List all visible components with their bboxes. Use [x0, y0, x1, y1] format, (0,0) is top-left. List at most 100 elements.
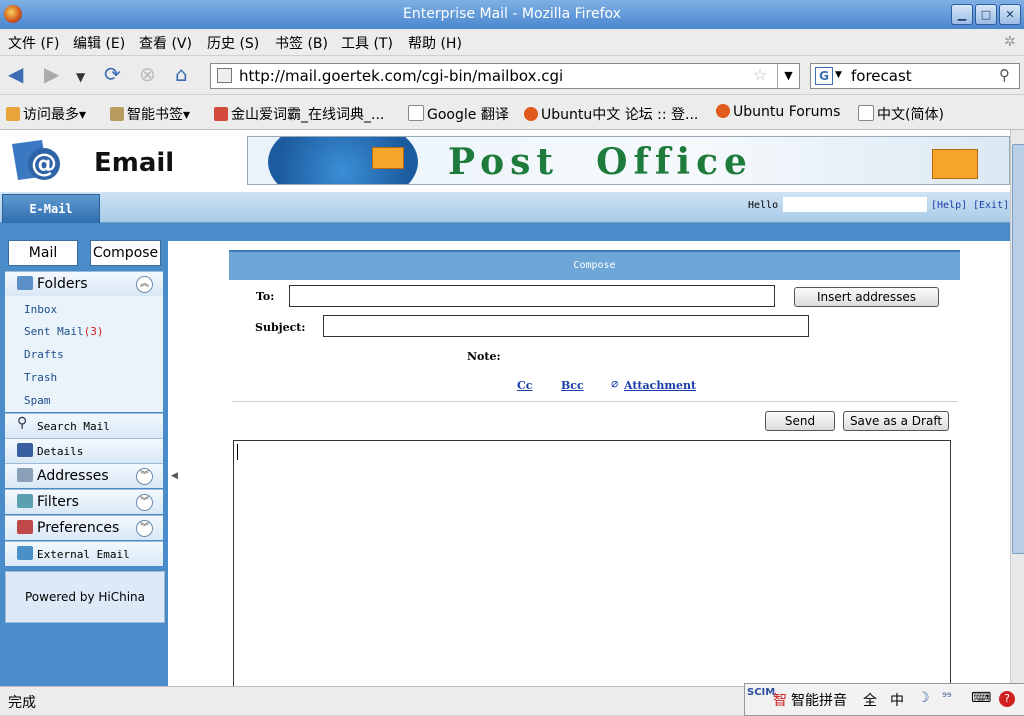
to-field[interactable] — [289, 285, 775, 307]
powered-by-badge: Powered by HiChina — [5, 571, 165, 623]
envelope-icon — [372, 147, 404, 169]
smart-icon[interactable]: 智 — [773, 690, 787, 710]
banner-text: Post Office — [448, 141, 753, 183]
subject-field[interactable] — [323, 315, 809, 337]
cc-link[interactable]: Cc — [517, 379, 532, 392]
home-icon[interactable]: ⌂ — [175, 64, 188, 84]
ubuntu-icon — [716, 104, 730, 118]
menu-tools[interactable]: 工具 (T) — [341, 33, 393, 53]
bookmark-ubuntu-cn[interactable]: Ubuntu中文 论坛 :: 登... — [524, 104, 698, 124]
username-display — [783, 197, 927, 212]
paperclip-icon: ⌀ — [611, 376, 619, 390]
engine-dropdown-icon[interactable]: ▼ — [835, 70, 842, 80]
menu-edit[interactable]: 编辑 (E) — [73, 33, 125, 53]
url-text[interactable]: http://mail.goertek.com/cgi-bin/mailbox.… — [239, 67, 563, 85]
ime-toolbar: SCIM 智 智能拼音 全 中 ☽ ⁹⁹ ⌨ ? — [744, 683, 1024, 716]
svg-text:@: @ — [31, 149, 57, 179]
hello-label: Hello — [748, 200, 779, 211]
help-link[interactable]: [Help] — [931, 200, 967, 211]
email-logo: @ Email — [8, 136, 188, 190]
forward-icon[interactable]: ▶ — [44, 64, 59, 84]
folder-sent-mail[interactable]: Sent Mail(3) — [24, 325, 103, 338]
close-button[interactable]: ✕ — [999, 4, 1021, 25]
bookmark-most-visited[interactable]: 访问最多▾ — [6, 104, 86, 124]
menu-file[interactable]: 文件 (F) — [8, 33, 59, 53]
bookmark-chinese[interactable]: 中文(简体) — [858, 104, 944, 124]
google-engine-icon[interactable]: G — [815, 67, 833, 85]
status-text: 完成 — [8, 695, 36, 711]
folders-header[interactable]: Folders ︽ — [5, 271, 163, 296]
vertical-scrollbar[interactable] — [1010, 130, 1024, 686]
bookmark-star-icon[interactable]: ☆ — [753, 65, 767, 84]
ime-mode[interactable]: 智能拼音 — [791, 690, 847, 710]
language-toggle[interactable]: 中 — [890, 690, 904, 710]
sidebar-item-external-email[interactable]: External Email — [5, 541, 163, 566]
save-draft-button[interactable]: Save as a Draft — [843, 411, 949, 431]
stop-icon[interactable]: ⊗ — [139, 64, 156, 84]
exit-link[interactable]: [Exit] — [973, 200, 1009, 211]
details-icon — [17, 443, 33, 457]
bcc-link[interactable]: Bcc — [561, 379, 584, 392]
external-email-icon — [17, 546, 33, 560]
search-icon[interactable]: ⚲ — [999, 66, 1010, 84]
sidebar-item-search-mail[interactable]: ⚲ Search Mail — [5, 413, 163, 438]
bookmark-smart[interactable]: 智能书签▾ — [110, 104, 190, 124]
scim-logo: SCIM — [747, 687, 776, 698]
text-cursor — [237, 444, 238, 460]
mail-button[interactable]: Mail — [8, 240, 78, 266]
sidebar-item-details[interactable]: Details — [5, 438, 163, 463]
throbber-icon: ✲ — [1004, 34, 1016, 50]
divider — [232, 401, 958, 402]
folder-trash[interactable]: Trash — [24, 371, 57, 384]
reload-icon[interactable]: ⟳ — [104, 64, 121, 84]
help-icon[interactable]: ? — [999, 691, 1015, 707]
page-content: @ Email Post Office E-Mail Hello [Help] … — [0, 130, 1010, 686]
chevron-down-icon[interactable]: ︾ — [136, 468, 153, 485]
tab-email[interactable]: E-Mail — [2, 194, 100, 224]
punctuation-icon[interactable]: ⁹⁹ — [942, 690, 952, 704]
attachment-link[interactable]: Attachment — [624, 379, 696, 392]
magnifier-icon: ⚲ — [17, 415, 28, 431]
compose-sidebar-button[interactable]: Compose — [90, 240, 161, 266]
chevron-up-icon[interactable]: ︽ — [136, 276, 153, 293]
keyboard-icon[interactable]: ⌨ — [971, 690, 991, 706]
menu-history[interactable]: 历史 (S) — [207, 33, 259, 53]
blue-strip — [0, 223, 1010, 241]
sidebar-item-addresses[interactable]: Addresses ︾ — [5, 463, 163, 488]
fullwidth-toggle[interactable]: 全 — [863, 690, 877, 710]
top-tab-bar: E-Mail Hello [Help] [Exit] — [0, 192, 1010, 224]
send-button[interactable]: Send — [765, 411, 835, 431]
search-input[interactable]: forecast — [851, 67, 912, 85]
chevron-down-icon[interactable]: ︾ — [136, 494, 153, 511]
menu-bookmarks[interactable]: 书签 (B) — [275, 33, 328, 53]
maximize-button[interactable]: □ — [975, 4, 997, 25]
logo-text: Email — [94, 148, 175, 178]
chevron-down-icon[interactable]: ︾ — [136, 520, 153, 537]
minimize-button[interactable]: ▁ — [951, 4, 973, 25]
sidebar-item-preferences[interactable]: Preferences ︾ — [5, 515, 163, 540]
message-body-editor[interactable] — [233, 440, 951, 686]
search-box[interactable]: G ▼ forecast ⚲ — [810, 63, 1020, 89]
moon-icon[interactable]: ☽ — [917, 690, 930, 706]
history-dropdown-icon[interactable]: ▼ — [76, 67, 85, 87]
bookmark-ubuntu-forums[interactable]: Ubuntu Forums — [716, 104, 840, 120]
folder-drafts[interactable]: Drafts — [24, 348, 64, 361]
folder-spam[interactable]: Spam — [24, 394, 51, 407]
page-icon — [408, 105, 424, 121]
scrollbar-thumb[interactable] — [1012, 144, 1024, 554]
menu-help[interactable]: 帮助 (H) — [408, 33, 462, 53]
menu-view[interactable]: 查看 (V) — [139, 33, 192, 53]
collapse-sidebar-icon[interactable]: ◀ — [171, 471, 178, 481]
site-icon — [217, 68, 232, 83]
url-bar[interactable]: http://mail.goertek.com/cgi-bin/mailbox.… — [210, 63, 800, 89]
folder-icon — [110, 107, 124, 121]
url-dropdown-icon[interactable]: ▼ — [777, 64, 799, 88]
insert-addresses-button[interactable]: Insert addresses — [794, 287, 939, 307]
bookmark-google-translate[interactable]: Google 翻译 — [408, 104, 509, 124]
back-icon[interactable]: ◀ — [8, 64, 23, 84]
folder-inbox[interactable]: Inbox — [24, 303, 57, 316]
window-title: Enterprise Mail - Mozilla Firefox — [403, 6, 621, 22]
sidebar-item-filters[interactable]: Filters ︾ — [5, 489, 163, 514]
bookmark-iciba[interactable]: 金山爱词霸_在线词典_... — [214, 104, 384, 124]
to-label: To: — [256, 290, 275, 303]
